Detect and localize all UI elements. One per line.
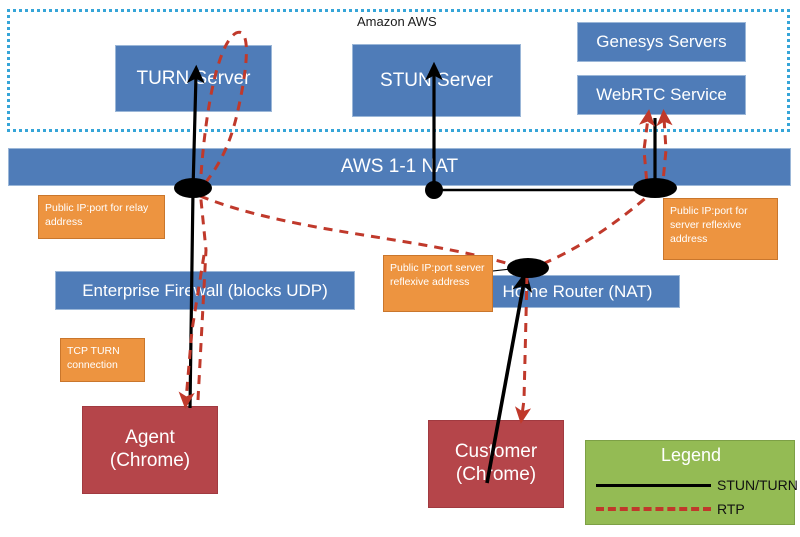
node-genesys-servers[interactable]: Genesys Servers bbox=[577, 22, 746, 62]
node-enterprise-firewall[interactable]: Enterprise Firewall (blocks UDP) bbox=[55, 271, 355, 310]
legend: Legend STUN/TURN RTP bbox=[585, 440, 798, 525]
customer-label-line2: (Chrome) bbox=[455, 464, 537, 485]
node-aws-nat[interactable]: AWS 1-1 NAT bbox=[8, 148, 791, 186]
node-webrtc-service[interactable]: WebRTC Service bbox=[577, 75, 746, 115]
legend-dashed-line-icon bbox=[596, 507, 711, 511]
amazon-aws-zone-label: Amazon AWS bbox=[357, 14, 437, 29]
agent-label-line1: Agent bbox=[125, 427, 175, 449]
node-stun-server[interactable]: STUN Server bbox=[352, 44, 521, 117]
legend-title: Legend bbox=[660, 445, 722, 465]
legend-label-stun-turn: STUN/TURN bbox=[717, 477, 798, 493]
callout-server-reflexive-right: Public IP:port for server reflexive addr… bbox=[663, 198, 778, 260]
callout-server-reflexive-middle: Public IP:port server reflexive address bbox=[383, 255, 493, 312]
legend-item-stun-turn: STUN/TURN bbox=[596, 477, 798, 493]
node-agent[interactable]: Agent (Chrome) bbox=[82, 406, 218, 494]
callout-relay-address: Public IP:port for relay address bbox=[38, 195, 165, 239]
agent-label-line2: (Chrome) bbox=[109, 450, 191, 471]
legend-label-rtp: RTP bbox=[717, 501, 745, 517]
diagram-canvas: Amazon AWS TURN Server STUN Server Genes… bbox=[0, 0, 800, 537]
node-home-router[interactable]: Home Router (NAT) bbox=[475, 275, 680, 308]
node-turn-server[interactable]: TURN Server bbox=[115, 45, 272, 112]
node-customer[interactable]: Customer (Chrome) bbox=[428, 420, 564, 508]
callout-tcp-turn-connection: TCP TURN connection bbox=[60, 338, 145, 382]
legend-solid-line-icon bbox=[596, 483, 711, 487]
customer-label-line1: Customer bbox=[454, 441, 538, 463]
legend-item-rtp: RTP bbox=[596, 501, 745, 517]
